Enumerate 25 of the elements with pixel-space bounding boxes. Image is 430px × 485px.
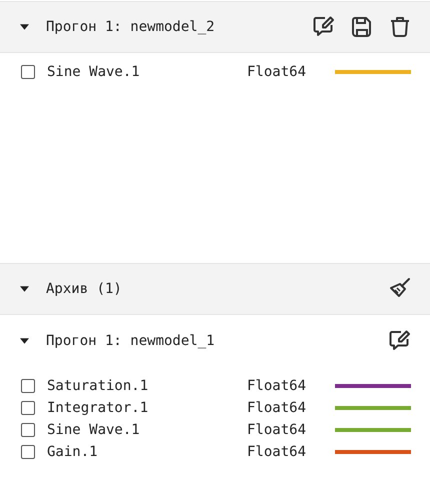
save-button[interactable] bbox=[350, 15, 374, 39]
signal-name: Integrator.1 bbox=[47, 400, 150, 416]
checkbox[interactable] bbox=[21, 423, 35, 437]
rename-button[interactable] bbox=[312, 15, 336, 39]
panel-title: Прогон 1: newmodel_1 bbox=[46, 333, 216, 349]
data-type: Float64 bbox=[247, 64, 308, 80]
panel-title: Архив (1) bbox=[46, 281, 123, 297]
panel-title: Прогон 1: newmodel_2 bbox=[46, 19, 216, 35]
checkbox[interactable] bbox=[21, 401, 35, 415]
data-type: Float64 bbox=[247, 400, 308, 416]
caret-icon[interactable] bbox=[20, 24, 29, 30]
data-type: Float64 bbox=[247, 378, 308, 394]
data-type: Float64 bbox=[247, 422, 308, 438]
delete-button[interactable] bbox=[388, 15, 412, 39]
checkbox[interactable] bbox=[21, 379, 35, 393]
signal-name: Saturation.1 bbox=[47, 378, 150, 394]
rename-button[interactable] bbox=[388, 329, 412, 353]
signal-name: Gain.1 bbox=[47, 444, 99, 460]
signal-name: Sine Wave.1 bbox=[47, 422, 141, 438]
signal-name: Sine Wave.1 bbox=[47, 64, 141, 80]
checkbox[interactable] bbox=[21, 445, 35, 459]
data-type: Float64 bbox=[247, 444, 308, 460]
checkbox[interactable] bbox=[21, 65, 35, 79]
caret-icon[interactable] bbox=[20, 338, 29, 344]
caret-icon[interactable] bbox=[20, 286, 29, 292]
